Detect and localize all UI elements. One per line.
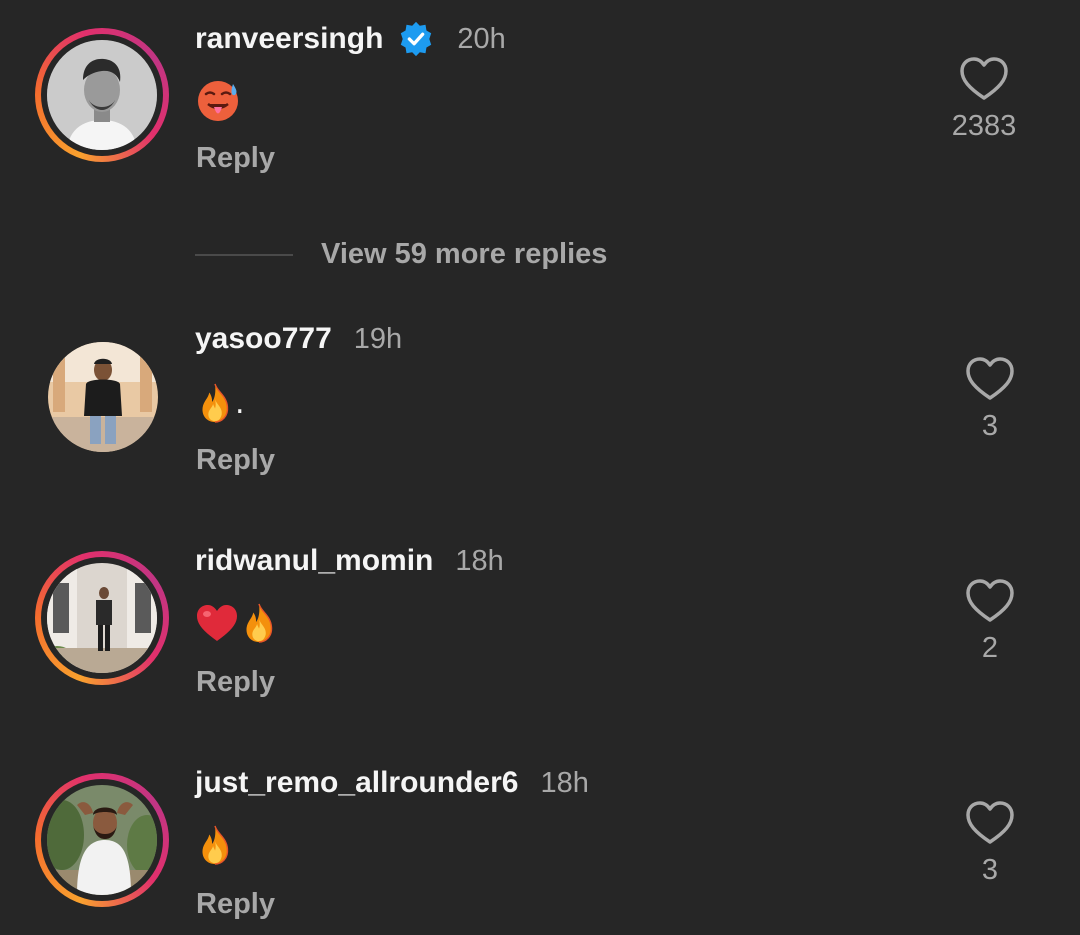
hot-face-emoji-icon <box>195 78 241 124</box>
reply-button[interactable]: Reply <box>196 444 275 477</box>
fire-emoji-icon <box>239 602 279 644</box>
heart-outline-icon[interactable] <box>965 356 1015 402</box>
red-heart-emoji-icon <box>197 605 237 641</box>
comment-timestamp: 18h <box>540 766 589 799</box>
view-more-replies[interactable]: View 59 more replies <box>195 238 607 271</box>
avatar-story-ring[interactable] <box>35 28 169 162</box>
like-control[interactable]: 3 <box>930 356 1050 443</box>
heart-outline-icon[interactable] <box>965 800 1015 846</box>
heart-outline-icon[interactable] <box>959 56 1009 102</box>
comment-text: . <box>195 382 245 424</box>
like-count: 3 <box>981 854 999 886</box>
comment-username[interactable]: yasoo777 <box>195 322 332 356</box>
avatar <box>47 785 157 895</box>
avatar-story-ring[interactable] <box>35 551 169 685</box>
avatar <box>47 40 157 150</box>
reply-button[interactable]: Reply <box>196 888 275 921</box>
like-count: 2 <box>981 632 999 664</box>
like-control[interactable]: 2 <box>930 578 1050 665</box>
avatar-story-ring[interactable] <box>35 773 169 907</box>
view-more-replies-label[interactable]: View 59 more replies <box>321 238 607 271</box>
avatar[interactable] <box>48 342 158 452</box>
reply-button[interactable]: Reply <box>196 142 275 175</box>
avatar <box>47 563 157 673</box>
like-control[interactable]: 2383 <box>924 56 1044 143</box>
divider <box>195 253 293 256</box>
reply-button[interactable]: Reply <box>196 666 275 699</box>
like-count: 3 <box>981 410 999 442</box>
heart-outline-icon[interactable] <box>965 578 1015 624</box>
comment-text <box>195 602 279 644</box>
comment-timestamp: 19h <box>353 322 403 355</box>
like-control[interactable]: 3 <box>930 800 1050 887</box>
comment-text <box>195 824 235 866</box>
comment-timestamp: 18h <box>455 544 504 577</box>
verified-badge-icon <box>397 20 435 58</box>
comment-username[interactable]: ridwanul_momin <box>195 544 433 578</box>
comment-text <box>195 78 241 124</box>
fire-emoji-icon <box>195 824 235 866</box>
comment-username[interactable]: ranveersingh <box>195 22 383 56</box>
fire-emoji-icon <box>195 382 235 424</box>
comment-timestamp: 20h <box>457 22 506 55</box>
comment-username[interactable]: just_remo_allrounder6 <box>195 766 518 800</box>
like-count: 2383 <box>951 110 1017 142</box>
comment-body-text: . <box>235 386 245 421</box>
